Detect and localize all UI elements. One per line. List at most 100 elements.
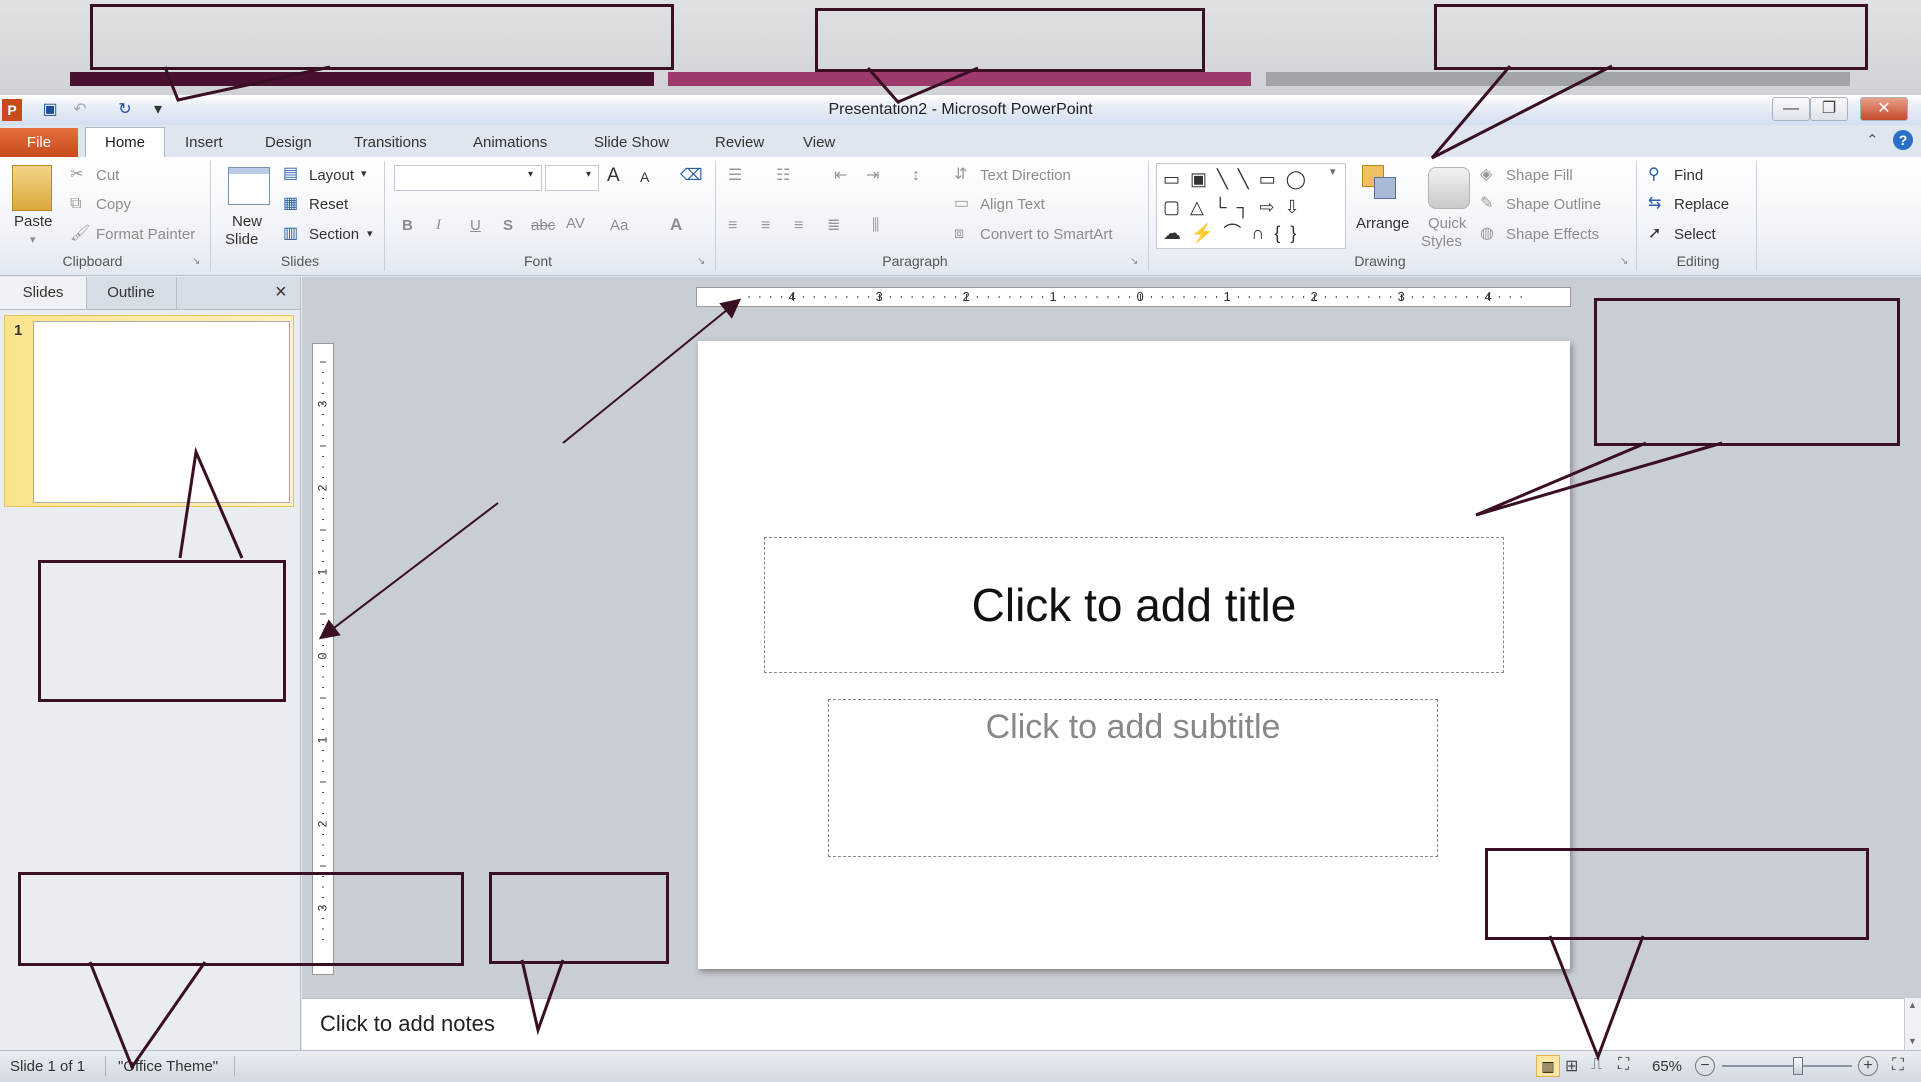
- reset-button[interactable]: Reset: [309, 196, 348, 213]
- replace-button[interactable]: Replace: [1674, 196, 1729, 213]
- shape-fill-button[interactable]: Shape Fill: [1506, 167, 1573, 184]
- zoom-in-icon[interactable]: +: [1858, 1056, 1878, 1076]
- shapes-row-1-icon[interactable]: ▭▣╲╲▭◯: [1163, 166, 1316, 192]
- increase-indent-icon[interactable]: ⇥: [866, 167, 879, 185]
- shapes-more-icon[interactable]: ▾: [1330, 165, 1336, 178]
- font-name-dropdown-icon[interactable]: ▾: [528, 169, 533, 180]
- font-size-dropdown-icon[interactable]: ▾: [586, 169, 591, 180]
- font-color-button[interactable]: A: [670, 215, 682, 235]
- close-pane-icon[interactable]: ×: [275, 281, 287, 304]
- paste-icon[interactable]: [12, 165, 52, 211]
- shapes-row-2-icon[interactable]: ▢△└┐⇨⇩: [1163, 194, 1310, 220]
- text-direction-button[interactable]: Text Direction: [980, 167, 1071, 184]
- font-launcher-icon[interactable]: ↘: [697, 256, 705, 267]
- slide-canvas[interactable]: Click to add title Click to add subtitle: [698, 341, 1570, 969]
- character-spacing-button[interactable]: AV: [566, 215, 585, 232]
- normal-view-icon[interactable]: ▥: [1536, 1055, 1560, 1077]
- tab-insert[interactable]: Insert: [183, 129, 225, 157]
- minimize-ribbon-icon[interactable]: ⌃: [1866, 131, 1879, 149]
- zoom-slider-track[interactable]: [1722, 1065, 1852, 1067]
- slide-show-icon[interactable]: ⛶: [1618, 1056, 1629, 1074]
- section-button[interactable]: Section: [309, 226, 359, 243]
- tab-slide-show[interactable]: Slide Show: [592, 129, 671, 157]
- shape-effects-button[interactable]: Shape Effects: [1506, 226, 1599, 243]
- quick-styles-label-1[interactable]: Quick: [1428, 215, 1466, 232]
- slide-thumbnail[interactable]: [33, 321, 290, 503]
- tab-outline[interactable]: Outline: [86, 277, 177, 309]
- reading-view-icon[interactable]: ⎍: [1591, 1056, 1602, 1074]
- layout-button[interactable]: Layout: [309, 167, 354, 184]
- notes-scrollbar[interactable]: ▲ ▼: [1904, 998, 1921, 1050]
- numbering-icon[interactable]: ☷: [776, 167, 790, 185]
- scroll-down-icon[interactable]: ▼: [1908, 1036, 1917, 1046]
- slide-sorter-icon[interactable]: ⊞: [1565, 1056, 1578, 1076]
- paragraph-launcher-icon[interactable]: ↘: [1130, 256, 1138, 267]
- scroll-up-icon[interactable]: ▲: [1908, 1000, 1917, 1010]
- zoom-level[interactable]: 65%: [1652, 1058, 1682, 1075]
- title-placeholder[interactable]: Click to add title: [764, 537, 1504, 673]
- new-slide-button[interactable]: Slide: [225, 231, 258, 248]
- convert-to-smartart-button[interactable]: Convert to SmartArt: [980, 226, 1113, 243]
- clipboard-launcher-icon[interactable]: ↘: [192, 256, 200, 267]
- underline-button[interactable]: U: [470, 217, 481, 234]
- bold-button[interactable]: B: [402, 217, 413, 234]
- drawing-launcher-icon[interactable]: ↘: [1620, 256, 1628, 267]
- horizontal-ruler[interactable]: 4 3 2 1 0 1 2 3 4: [696, 287, 1571, 307]
- align-center-icon[interactable]: ≡: [761, 217, 770, 235]
- bullets-icon[interactable]: ☰: [728, 167, 742, 185]
- decrease-indent-icon[interactable]: ⇤: [834, 167, 847, 185]
- format-painter-button[interactable]: Format Painter: [96, 226, 195, 243]
- align-left-icon[interactable]: ≡: [728, 217, 737, 235]
- notes-pane[interactable]: Click to add notes: [302, 998, 1904, 1051]
- line-spacing-icon[interactable]: ↕: [912, 167, 920, 185]
- fit-to-window-icon[interactable]: ⛶: [1892, 1055, 1904, 1075]
- slide-thumbnail-selected[interactable]: 1: [4, 315, 294, 507]
- tab-file[interactable]: File: [0, 128, 78, 157]
- arrange-button[interactable]: Arrange: [1356, 215, 1409, 232]
- zoom-out-icon[interactable]: −: [1695, 1056, 1715, 1076]
- align-right-icon[interactable]: ≡: [794, 217, 803, 235]
- new-slide-icon[interactable]: [228, 167, 270, 205]
- tab-design[interactable]: Design: [263, 129, 314, 157]
- close-icon[interactable]: ✕: [1860, 97, 1908, 121]
- restore-icon[interactable]: ❐: [1810, 97, 1848, 121]
- cut-button[interactable]: Cut: [96, 167, 119, 184]
- minimize-icon[interactable]: —: [1772, 97, 1810, 121]
- section-dropdown-icon[interactable]: ▾: [367, 227, 373, 240]
- layout-dropdown-icon[interactable]: ▾: [361, 167, 367, 180]
- notes-placeholder[interactable]: Click to add notes: [320, 1011, 495, 1037]
- arrange-icon[interactable]: [1362, 165, 1398, 201]
- columns-icon[interactable]: ⫼: [872, 217, 879, 235]
- text-shadow-button[interactable]: S: [503, 217, 513, 234]
- grow-font-button[interactable]: A: [607, 165, 620, 187]
- zoom-slider-thumb[interactable]: [1793, 1057, 1804, 1075]
- copy-button[interactable]: Copy: [96, 196, 131, 213]
- tab-animations[interactable]: Animations: [471, 129, 549, 157]
- change-case-button[interactable]: Aa: [610, 217, 628, 234]
- help-icon[interactable]: ?: [1893, 130, 1913, 150]
- tab-review[interactable]: Review: [713, 129, 766, 157]
- justify-icon[interactable]: ≣: [827, 217, 840, 235]
- find-button[interactable]: Find: [1674, 167, 1703, 184]
- clear-formatting-icon[interactable]: ⌫: [680, 167, 703, 185]
- align-text-button[interactable]: Align Text: [980, 196, 1045, 213]
- shapes-gallery[interactable]: ▭▣╲╲▭◯ ▢△└┐⇨⇩ ☁⚡⌒∩{}: [1156, 163, 1346, 249]
- subtitle-placeholder[interactable]: Click to add subtitle: [828, 699, 1438, 857]
- paste-button[interactable]: Paste: [14, 213, 52, 230]
- strikethrough-button[interactable]: abc: [531, 217, 555, 234]
- theme-name[interactable]: "Office Theme": [118, 1058, 218, 1075]
- italic-button[interactable]: I: [436, 217, 441, 234]
- quick-styles-button[interactable]: Styles: [1421, 233, 1462, 250]
- tab-view[interactable]: View: [801, 129, 837, 157]
- new-slide-label-1[interactable]: New: [232, 213, 262, 230]
- shrink-font-button[interactable]: A: [640, 169, 649, 185]
- quick-styles-icon[interactable]: [1428, 167, 1470, 209]
- shapes-row-3-icon[interactable]: ☁⚡⌒∩{}: [1163, 220, 1306, 246]
- shape-outline-button[interactable]: Shape Outline: [1506, 196, 1601, 213]
- tab-slides[interactable]: Slides: [0, 277, 87, 309]
- select-button[interactable]: Select: [1674, 226, 1716, 243]
- tab-transitions[interactable]: Transitions: [352, 129, 429, 157]
- paste-dropdown-icon[interactable]: ▾: [30, 233, 36, 246]
- tab-home[interactable]: Home: [85, 127, 165, 158]
- font-name-combo[interactable]: [394, 165, 542, 191]
